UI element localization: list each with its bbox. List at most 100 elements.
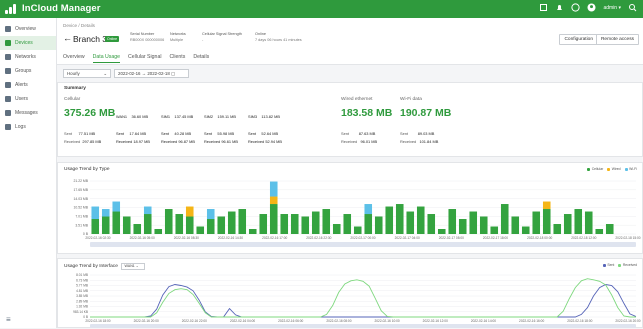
chart1-bar-cellular[interactable] [280, 214, 289, 234]
chart1-bar-cellular[interactable] [322, 209, 331, 234]
chart1-bar-cellular[interactable] [238, 209, 247, 234]
sidebar-item-devices[interactable]: Devices [0, 36, 56, 50]
chart1-bar-cellular[interactable] [395, 204, 404, 234]
chart1-bar-cellular[interactable] [196, 226, 205, 234]
chart1-bar-wired[interactable] [542, 201, 551, 210]
chart2-svg: 8.01 MB6.73 MB 5.77 MB4.81 MB3.85 MB2.89 … [73, 273, 641, 328]
chart1-bar-cellular[interactable] [206, 219, 215, 234]
user-menu[interactable]: admin ▾ [603, 5, 621, 11]
chart1-bar-cellular[interactable] [122, 216, 131, 234]
sidebar-item-overview[interactable]: Overview [0, 22, 56, 36]
chart1-bar-cellular[interactable] [154, 229, 163, 234]
chart1-bar-cellular[interactable] [437, 229, 446, 234]
top-icons: admin ▾ [539, 3, 637, 12]
chart1-zoom-slider[interactable] [90, 242, 636, 247]
sidebar-item-groups[interactable]: Groups [0, 64, 56, 78]
chart1-bar-cellular[interactable] [406, 211, 415, 234]
avatar[interactable] [587, 3, 596, 12]
period-select[interactable]: Hourly ⌄ [63, 69, 111, 78]
chart1-bar-wifi[interactable] [112, 201, 121, 212]
sidebar-item-messages[interactable]: Messages [0, 106, 56, 120]
chart2-line-received[interactable] [90, 278, 636, 318]
chart1-bar-cellular[interactable] [448, 209, 457, 234]
chart1-xtick: 2022-02-18 15:00 [615, 236, 640, 240]
chart1-bar-cellular[interactable] [500, 204, 509, 234]
chart1-bar-wired[interactable] [269, 196, 278, 205]
chart1-bar-cellular[interactable] [416, 206, 425, 234]
chart1-bar-cellular[interactable] [175, 214, 184, 234]
chart1-bar-wifi[interactable] [101, 209, 110, 217]
chart2-xtick: 2022-02-16 20:00 [615, 319, 640, 323]
chart1-ytick: 3.51 MB [75, 223, 88, 227]
sidebar-item-networks[interactable]: Networks [0, 50, 56, 64]
chart1-bar-cellular[interactable] [595, 229, 604, 234]
app-logo[interactable]: InCloud Manager [5, 3, 101, 14]
chart1-bar-cellular[interactable] [133, 224, 142, 234]
chart1-bar-cellular[interactable] [269, 204, 278, 234]
chart1-bar-cellular[interactable] [574, 209, 583, 234]
chart1-bar-cellular[interactable] [101, 216, 110, 234]
help-icon[interactable] [571, 3, 581, 12]
search-icon[interactable] [628, 3, 637, 12]
chart1-bar-cellular[interactable] [227, 211, 236, 234]
window-icon[interactable] [539, 3, 548, 12]
sidebar-item-users[interactable]: Users [0, 92, 56, 106]
chart1-bar-wifi[interactable] [206, 209, 215, 220]
chart1-bar-cellular[interactable] [490, 226, 499, 234]
chart1-bar-cellular[interactable] [353, 226, 362, 234]
back-arrow-icon[interactable]: ← [63, 33, 72, 43]
chart1-bar-wired[interactable] [185, 206, 194, 217]
configuration-button[interactable]: Configuration [559, 34, 598, 45]
chart1-bar-cellular[interactable] [343, 214, 352, 234]
chart1-bar-cellular[interactable] [532, 211, 541, 234]
chart1-bar-cellular[interactable] [185, 216, 194, 234]
chart1-bar-cellular[interactable] [112, 211, 121, 234]
chart1-bar-cellular[interactable] [605, 224, 614, 234]
chart1-bar-wifi[interactable] [143, 206, 152, 215]
sidebar-item-logs[interactable]: Logs [0, 120, 56, 134]
chart1-bar-cellular[interactable] [301, 216, 310, 234]
chart1-bar-wifi[interactable] [364, 204, 373, 215]
date-range-picker[interactable]: 2022-02-16 → 2022-02-18 ▢ [114, 69, 189, 78]
chart1-bar-cellular[interactable] [332, 224, 341, 234]
chart1-xtick: 2022-02-16 22:30 [306, 236, 331, 240]
chart1-bar-cellular[interactable] [217, 216, 226, 234]
chart1-bar-cellular[interactable] [542, 209, 551, 234]
chart2-line-sent[interactable] [90, 284, 637, 318]
chart1-bar-cellular[interactable] [553, 224, 562, 234]
chart1-bar-cellular[interactable] [259, 214, 268, 234]
chart1-bar-cellular[interactable] [479, 216, 488, 234]
chart1-bar-cellular[interactable] [143, 214, 152, 234]
chart1-bar-cellular[interactable] [364, 214, 373, 234]
chart1-bar-cellular[interactable] [290, 214, 299, 234]
chart1-bar-cellular[interactable] [374, 216, 383, 234]
tab-cellular-signal[interactable]: Cellular Signal [128, 54, 161, 63]
collapse-icon[interactable]: ≡ [6, 315, 11, 324]
chart1-bar-cellular[interactable] [164, 209, 173, 234]
chart1-bar-cellular[interactable] [521, 226, 530, 234]
chart1-bar-wifi[interactable] [269, 181, 278, 197]
chart1-bar-cellular[interactable] [311, 211, 320, 234]
tab-overview[interactable]: Overview [63, 54, 85, 63]
chart1-bar-cellular[interactable] [91, 219, 100, 234]
chart1-bar-cellular[interactable] [248, 229, 257, 234]
sidebar-item-alerts[interactable]: Alerts [0, 78, 56, 92]
chart1-bar-cellular[interactable] [427, 214, 436, 234]
remote-access-button[interactable]: Remote access [595, 34, 639, 45]
chart2-zoom-slider[interactable] [90, 324, 636, 328]
chart1-bar-wifi[interactable] [91, 206, 100, 220]
bell-icon[interactable] [555, 3, 564, 12]
tab-details[interactable]: Details [193, 54, 209, 63]
chart1-bar-cellular[interactable] [563, 214, 572, 234]
chart1-bar-cellular[interactable] [584, 211, 593, 234]
chart2-ytick: 1.92 MB [76, 305, 88, 309]
breadcrumb[interactable]: Device / Details [63, 23, 95, 28]
tab-clients[interactable]: Clients [169, 54, 185, 63]
chart1-ytick: 21.22 MB [73, 179, 88, 183]
tab-data-usage[interactable]: Data Usage [92, 54, 121, 63]
chart1-xtick: 2022-02-16 05:00 [130, 236, 155, 240]
chart1-bar-cellular[interactable] [458, 219, 467, 234]
chart1-bar-cellular[interactable] [469, 211, 478, 234]
chart1-bar-cellular[interactable] [385, 206, 394, 234]
chart1-bar-cellular[interactable] [511, 216, 520, 234]
